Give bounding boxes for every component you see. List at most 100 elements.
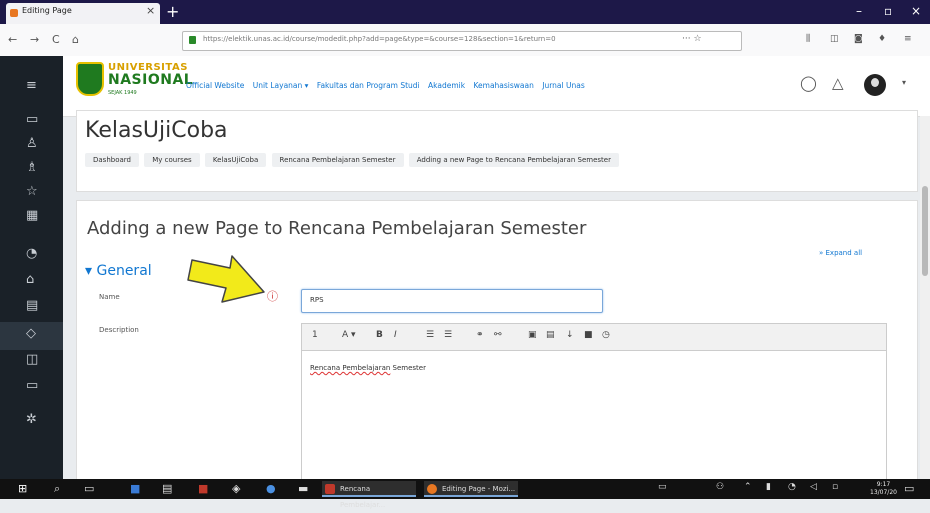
name-input-value: RPS [310,296,324,304]
taskbar-clock[interactable]: 9:17 13/07/20 [870,481,897,497]
sidebar-grades-icon[interactable]: ▦ [26,208,38,223]
firefox-icon [427,484,437,494]
editor-bold-icon[interactable]: B [376,330,383,340]
menu-kemahasiswaan[interactable]: Kemahasiswaan [473,81,533,90]
extension2-icon[interactable]: ♦ [878,34,886,44]
taskbar-app-files-icon[interactable]: ▬ [298,482,308,495]
tray-battery-icon[interactable]: ▮ [766,482,771,492]
custom-menu: Official Website Unit Layanan ▾ Fakultas… [186,81,591,90]
sidebar-competencies-icon[interactable]: ☆ [26,184,38,199]
logo-text-nasional: NASIONAL [108,72,194,88]
breadcrumb-current: Adding a new Page to Rencana Pembelajara… [408,153,619,167]
scrollbar-thumb[interactable] [922,186,928,276]
breadcrumb-section[interactable]: Rencana Pembelajaran Semester [271,153,404,167]
sidebar-mycourses-icon[interactable]: ◫ [26,352,38,367]
windows-taskbar: ⊞ ⌕ ▭ ■ ▤ ■ ◈ ● ▬ Rencana Pembelajar... … [0,479,930,509]
taskbar-app-explorer-icon[interactable]: ▤ [162,482,172,495]
sidebar-course2-icon[interactable]: ▭ [26,378,38,393]
sidebar-home-icon[interactable]: ⌂ [26,272,34,287]
close-window-icon[interactable]: × [911,4,921,18]
sidebar-files-icon[interactable]: ◇ [26,326,36,341]
search-icon[interactable]: ⌕ [54,482,60,496]
menu-unit-layanan[interactable]: Unit Layanan ▾ [253,81,309,90]
breadcrumb-my-courses[interactable]: My courses [144,153,200,167]
sidebar-calendar-icon[interactable]: ▤ [26,298,38,313]
message-icon[interactable]: ◯ [800,74,817,92]
avatar[interactable] [864,74,886,96]
editor-show-more-icon[interactable]: 1 [312,330,318,340]
page-scrollbar[interactable] [920,116,930,479]
taskbar-app-word-icon[interactable]: ■ [130,482,140,495]
taskbar-app-powerpoint-icon[interactable]: ■ [198,482,208,495]
tab-close-icon[interactable]: × [146,4,155,17]
editor-ordered-list-icon[interactable]: ☰ [444,330,452,340]
course-header: KelasUjiCoba Dashboard My courses KelasU… [76,110,918,192]
notification-icon[interactable]: △ [832,74,844,92]
editor-media-icon[interactable]: ▤ [546,330,555,340]
taskbar-app-camera-icon[interactable]: ◈ [232,482,240,495]
editor-unordered-list-icon[interactable]: ☰ [426,330,434,340]
editor-italic-icon[interactable]: I [394,330,397,340]
menu-toggle-icon[interactable]: ≡ [26,78,37,93]
url-bar[interactable]: https://elektik.unas.ac.id/course/modedi… [182,31,742,51]
breadcrumb-course[interactable]: KelasUjiCoba [204,153,267,167]
name-input[interactable]: RPS [301,289,603,313]
library-icon[interactable]: ⫼ [806,34,810,44]
reload-icon[interactable]: C [52,33,60,46]
windows-start-icon[interactable]: ⊞ [18,482,27,495]
sidebar-toggle-icon[interactable]: ◫ [830,34,839,44]
description-editor[interactable]: 1 A ▾ B I ☰ ☰ ⚭ ⚯ ▣ ▤ ↓ ■ ◷ Rencana Pemb… [301,323,887,483]
taskbar-app-firefox[interactable]: Editing Page - Mozi... [424,481,518,497]
tray-lang-icon[interactable]: ▫ [832,482,838,492]
url-text: https://elektik.unas.ac.id/course/modedi… [203,35,556,43]
sidebar-course-icon[interactable]: ▭ [26,112,38,127]
minimize-icon[interactable]: – [856,4,862,18]
back-icon[interactable]: ← [8,33,17,46]
page-actions-icon[interactable]: ··· ☆ [682,34,702,44]
editor-content[interactable]: Rencana Pembelajaran Semester [310,364,426,372]
breadcrumb-dashboard[interactable]: Dashboard [85,153,139,167]
editor-record-video-icon[interactable]: ■ [584,330,593,340]
home-icon[interactable]: ⌂ [72,33,79,46]
tray-keyboard-icon[interactable]: ▭ [658,482,667,492]
tray-chevron-icon[interactable]: ⌃ [744,482,752,492]
taskbar-app-edge-icon[interactable]: ● [266,482,276,495]
notification-center-icon[interactable]: ▭ [904,482,914,495]
menu-fakultas[interactable]: Fakultas dan Program Studi [317,81,420,90]
editor-link-icon[interactable]: ⚭ [476,330,484,340]
sidebar-dashboard-icon[interactable]: ◔ [26,246,37,261]
extension-icon[interactable]: ◙ [854,34,863,44]
university-logo-icon[interactable] [76,62,104,96]
tray-people-icon[interactable]: ⚇ [716,482,724,492]
taskbar-app-document[interactable]: Rencana Pembelajar... [322,481,416,509]
browser-nav-bar: ← → C ⌂ https://elektik.unas.ac.id/cours… [0,24,930,57]
forward-icon[interactable]: → [30,33,39,46]
sidebar-participants-icon[interactable]: ♙ [26,136,38,151]
task-view-icon[interactable]: ▭ [84,482,94,495]
editor-paragraph-style-icon[interactable]: A ▾ [342,330,356,340]
menu-jurnal-unas[interactable]: Jurnal Unas [542,81,584,90]
editor-manage-files-icon[interactable]: ↓ [566,330,574,340]
sidebar-settings-icon[interactable]: ✲ [26,412,37,427]
section-general-header[interactable]: ▾ General [85,263,152,279]
editor-unlink-icon[interactable]: ⚯ [494,330,502,340]
maximize-icon[interactable]: ▫ [884,4,892,18]
user-menu-caret-icon[interactable]: ▾ [902,78,906,87]
tray-network-icon[interactable]: ◔ [788,482,796,492]
sidebar-badges-icon[interactable]: ♗ [26,160,38,175]
menu-akademik[interactable]: Akademik [428,81,465,90]
new-tab-icon[interactable]: + [166,2,179,21]
expand-all-link[interactable]: » Expand all [819,249,862,257]
editor-toolbar: 1 A ▾ B I ☰ ☰ ⚭ ⚯ ▣ ▤ ↓ ■ ◷ [302,324,886,351]
browser-menu-icon[interactable]: ≡ [904,34,912,44]
tray-volume-icon[interactable]: ◁ [810,482,817,492]
editor-history-icon[interactable]: ◷ [602,330,610,340]
section-toggle-icon[interactable]: ▾ [85,263,92,279]
moodle-favicon-icon [10,9,18,17]
browser-tab[interactable]: Editing Page × [6,3,160,24]
editor-image-icon[interactable]: ▣ [528,330,537,340]
taskbar-app-firefox-label: Editing Page - Mozi... [442,485,516,493]
menu-official-website[interactable]: Official Website [186,81,244,90]
clock-date: 13/07/20 [870,489,897,496]
editor-content-misspelled: Rencana Pembelajaran [310,364,391,372]
